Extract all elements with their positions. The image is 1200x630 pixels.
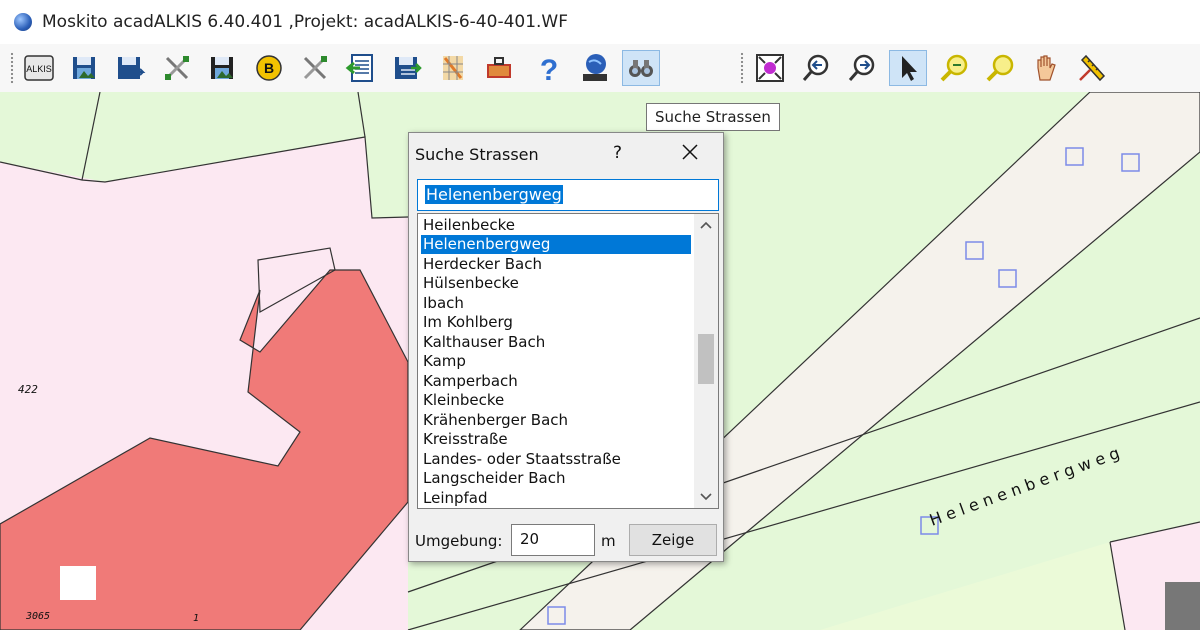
- alkis-button-text: ALKIS: [26, 64, 52, 74]
- list-item[interactable]: Hülsenbecke: [421, 274, 691, 293]
- map-grid-icon[interactable]: [434, 50, 472, 86]
- street-search-input[interactable]: Helenenbergweg: [417, 179, 719, 211]
- list-item[interactable]: Ibach: [421, 294, 691, 313]
- tools-2-icon[interactable]: [296, 50, 334, 86]
- measure-icon[interactable]: [1073, 50, 1111, 86]
- title-bar: Moskito acadALKIS 6.40.401 ,Projekt: aca…: [0, 0, 1200, 44]
- list-item[interactable]: Kleinbecke: [421, 391, 691, 410]
- grey-structure: [1165, 582, 1200, 630]
- list-item[interactable]: Langscheider Bach: [421, 469, 691, 488]
- map-label-3065: 3065: [25, 611, 50, 622]
- map-label-1: 1: [193, 613, 199, 624]
- zoom-extents-icon[interactable]: [751, 50, 789, 86]
- dialog-title: Suche Strassen: [415, 145, 539, 164]
- list-item[interactable]: Heilenbecke: [421, 216, 691, 235]
- list-item[interactable]: Kalthauser Bach: [421, 333, 691, 352]
- print-image-icon[interactable]: [204, 50, 242, 86]
- list-item[interactable]: Leinpfad: [421, 489, 691, 508]
- list-item-selected[interactable]: Helenenbergweg: [421, 235, 691, 254]
- map-label-422: 422: [18, 383, 38, 396]
- street-search-value: Helenenbergweg: [425, 185, 563, 204]
- alkis-icon[interactable]: ALKIS: [20, 50, 58, 86]
- save-export-icon[interactable]: [112, 50, 150, 86]
- scroll-thumb[interactable]: [698, 334, 714, 384]
- toolbar-grip-2[interactable]: [740, 52, 744, 84]
- distance-input[interactable]: 20: [511, 524, 595, 556]
- help-glyph: ?: [540, 54, 558, 84]
- zoom-out-icon[interactable]: [981, 50, 1019, 86]
- list-item[interactable]: Krähenberger Bach: [421, 411, 691, 430]
- list-scrollbar[interactable]: [694, 214, 718, 508]
- scroll-up-icon[interactable]: [694, 214, 718, 236]
- list-item[interactable]: Landes- oder Staatsstraße: [421, 450, 691, 469]
- app-globe-icon: [14, 13, 32, 31]
- select-arrow-icon[interactable]: [889, 50, 927, 86]
- b-circle-icon[interactable]: B: [250, 50, 288, 86]
- street-list[interactable]: Heilenbecke Helenenbergweg Herdecker Bac…: [417, 213, 719, 509]
- tools-icon[interactable]: [158, 50, 196, 86]
- distance-unit: m: [601, 532, 616, 550]
- list-item[interactable]: Im Kohlberg: [421, 313, 691, 332]
- white-marker: [60, 566, 96, 600]
- zoom-forward-icon[interactable]: [843, 50, 881, 86]
- export-document-icon[interactable]: [388, 50, 426, 86]
- dialog-help-button[interactable]: ?: [613, 143, 622, 163]
- import-document-icon[interactable]: [342, 50, 380, 86]
- list-item[interactable]: Herdecker Bach: [421, 255, 691, 274]
- toolbar: ALKIS B ?: [0, 44, 1200, 111]
- binoculars-icon[interactable]: [622, 50, 660, 86]
- b-button-text: B: [264, 60, 274, 76]
- list-item[interactable]: Kamperbach: [421, 372, 691, 391]
- toolbar-tooltip: Suche Strassen: [646, 103, 780, 131]
- distance-label: Umgebung:: [415, 532, 503, 550]
- zoom-back-icon[interactable]: [797, 50, 835, 86]
- save-image-icon[interactable]: [66, 50, 104, 86]
- close-icon[interactable]: [679, 141, 701, 163]
- window-title: Moskito acadALKIS 6.40.401 ,Projekt: aca…: [42, 12, 569, 32]
- toolbar-grip[interactable]: [10, 52, 14, 84]
- pan-hand-icon[interactable]: [1027, 50, 1065, 86]
- help-icon[interactable]: ?: [530, 50, 568, 86]
- list-item[interactable]: Kreisstraße: [421, 430, 691, 449]
- moskito-globe-icon[interactable]: [576, 50, 614, 86]
- toolbox-icon[interactable]: [480, 50, 518, 86]
- list-item[interactable]: Kamp: [421, 352, 691, 371]
- show-button[interactable]: Zeige: [629, 524, 717, 556]
- scroll-down-icon[interactable]: [694, 486, 718, 508]
- zoom-in-icon[interactable]: [935, 50, 973, 86]
- search-streets-dialog: Suche Strassen ? Helenenbergweg Heilenbe…: [408, 132, 724, 562]
